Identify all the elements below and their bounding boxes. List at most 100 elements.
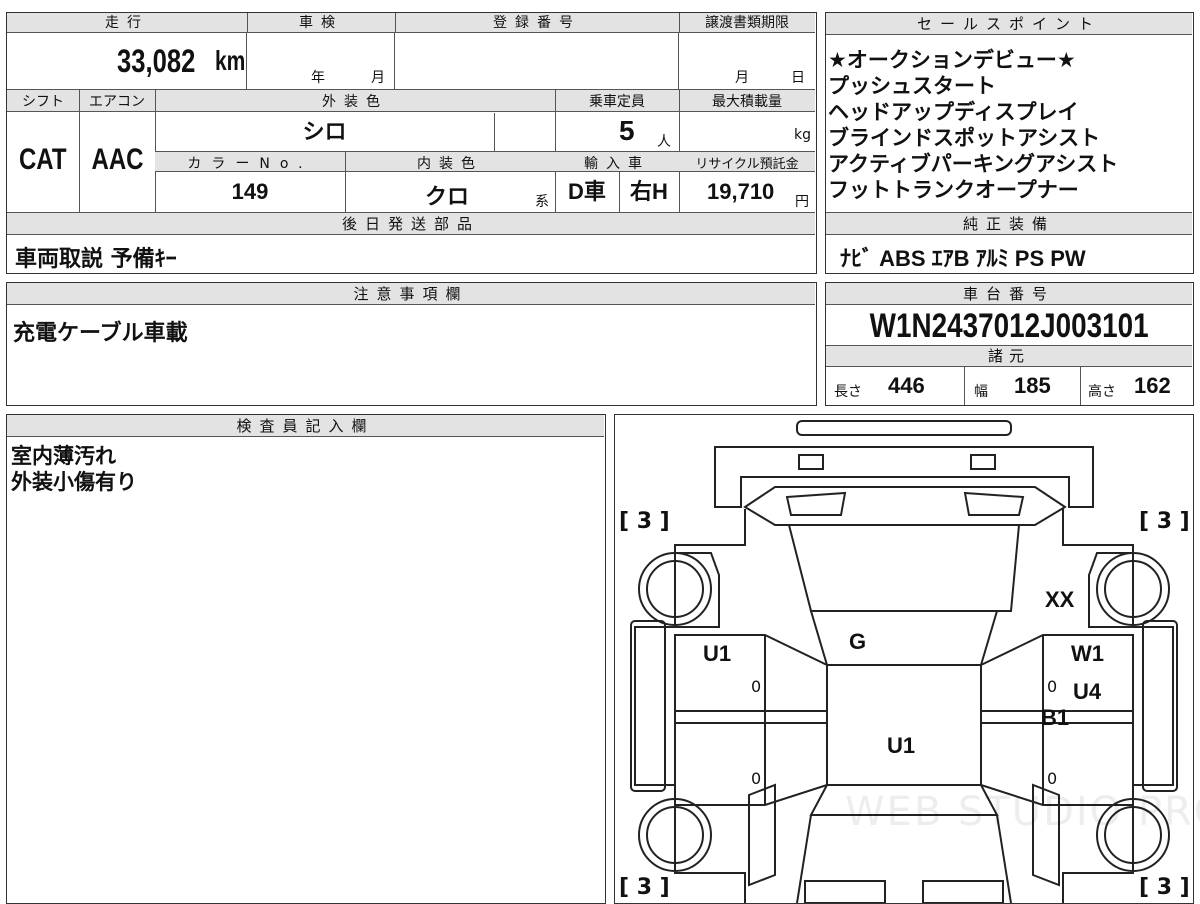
inspector-line: 室内薄汚れ (11, 444, 116, 468)
transfer-cell: 月 日 (679, 33, 815, 89)
transfer-month: 月 (735, 70, 749, 86)
height-value: 162 (1134, 373, 1171, 398)
inspection-year: 年 (311, 70, 325, 86)
sales-point-item: ★オークションデビュー★ (828, 48, 1076, 72)
standard-equipment-label: 純正装備 (826, 213, 1192, 235)
interior-color-suffix: 系 (535, 194, 549, 210)
ac-label: エアコン (89, 94, 145, 110)
transfer-label: 譲渡書類期限 (705, 15, 789, 31)
length-label: 長さ (834, 384, 862, 400)
import-cell: D車 (555, 173, 619, 211)
interior-color-label: 内装色 (417, 156, 483, 172)
shift-value: CAT (19, 143, 67, 176)
sales-points-box: セールスポイント ★オークションデビュー★ プッシュスタート ヘッドアップディス… (825, 12, 1194, 274)
shift-value-wrap: CAT (7, 143, 79, 177)
standard-equipment-value: ﾅﾋﾞ ABS ｴｱB ｱﾙﾐ PS PW (840, 246, 1086, 271)
max-load-cell: kg (679, 113, 815, 151)
chassis-label: 車台番号 (826, 283, 1192, 305)
specs-label: 諸元 (826, 345, 1192, 367)
capacity-cell: 5 人 (555, 113, 679, 151)
inspector-lines: 室内薄汚れ 外装小傷有り (11, 443, 137, 495)
max-load-label: 最大積載量 (712, 94, 782, 110)
sales-point-item: フットトランクオープナー (828, 178, 1079, 202)
mark-g: G (849, 629, 867, 654)
car-diagram-box: [ 3 ] [ 3 ] [ 3 ] [ 3 ] XX G U1 W1 U4 B1… (614, 414, 1200, 904)
notes-box: 注意事項欄 充電ケーブル車載 (6, 282, 817, 406)
import-label: 輸入車 (584, 156, 650, 172)
mark-b1: B1 (1041, 705, 1070, 730)
width-label: 幅 (974, 384, 988, 400)
recycle-label: リサイクル預託金 (695, 157, 799, 172)
inspection-cell: 年 月 (247, 33, 395, 89)
steering-value: 右H (630, 179, 668, 204)
width-value: 185 (1014, 373, 1051, 398)
interior-color-value: クロ (425, 184, 470, 209)
color-no-label: カラーNo. (187, 156, 313, 172)
mark-w1: W1 (1071, 641, 1104, 666)
sales-points-list: ★オークションデビュー★ プッシュスタート ヘッドアップディスプレイ ブラインド… (828, 47, 1190, 203)
tire-mark-rear-left: [ 3 ] (619, 875, 670, 900)
shift-label: シフト (22, 94, 64, 110)
mark-zero: 0 (751, 769, 762, 788)
import-value: D車 (568, 179, 606, 204)
later-shipping-label: 後日発送部品 (7, 213, 815, 235)
mark-u4: U4 (1073, 679, 1102, 704)
interior-color-cell: クロ 系 (345, 173, 555, 211)
mark-zero: 0 (751, 677, 762, 696)
height-label: 高さ (1088, 384, 1116, 400)
mileage-value: 33,082 (117, 43, 196, 79)
notes-label: 注意事項欄 (7, 283, 815, 305)
inspector-line: 外装小傷有り (11, 470, 137, 494)
watermark: WEB STUDIO PRO (845, 789, 1200, 835)
capacity-unit: 人 (657, 134, 671, 150)
main-info-table: 走行 車検 登録番号 譲渡書類期限 33,082 km 年 月 月 日 シフト … (6, 12, 817, 274)
exterior-color-cell: シロ (155, 113, 495, 151)
windshield-shape (787, 524, 1021, 612)
steering-cell: 右H (619, 173, 679, 211)
inspector-box: 検査員記入欄 室内薄汚れ 外装小傷有り (6, 414, 606, 904)
ac-value-wrap: AAC (79, 143, 155, 177)
tire-mark-front-right: [ 3 ] (1139, 509, 1190, 534)
chassis-value: W1N2437012J003101 (869, 307, 1149, 345)
chassis-value-wrap: W1N2437012J003101 (826, 307, 1192, 346)
sales-point-item: アクティブパーキングアシスト (828, 152, 1119, 176)
sales-point-item: プッシュスタート (828, 74, 996, 98)
max-load-unit: kg (794, 127, 811, 143)
roof-shape (826, 664, 982, 786)
exterior-color-label: 外装色 (322, 94, 388, 110)
chassis-box: 車台番号 W1N2437012J003101 諸元 長さ 446 幅 185 高… (825, 282, 1194, 406)
recycle-unit: 円 (795, 194, 809, 210)
recycle-cell: 19,710 円 (679, 173, 815, 211)
ac-value: AAC (91, 143, 143, 176)
mileage-label: 走行 (105, 15, 149, 31)
inspection-label: 車検 (299, 15, 343, 31)
tire-mark-rear-right: [ 3 ] (1139, 875, 1190, 900)
capacity-label: 乗車定員 (589, 94, 645, 110)
sales-point-item: ヘッドアップディスプレイ (828, 100, 1079, 124)
color-no-value: 149 (231, 179, 269, 204)
notes-value: 充電ケーブル車載 (13, 321, 188, 346)
sales-point-item: ブラインドスポットアシスト (828, 126, 1101, 150)
mark-u1-left-door: U1 (703, 641, 732, 666)
mileage-unit: km (215, 45, 246, 76)
mark-u1-roof: U1 (887, 733, 916, 758)
later-shipping-value: 車両取説 予備ｷｰ (15, 247, 177, 272)
mark-xx: XX (1045, 587, 1075, 612)
exterior-color-value: シロ (302, 119, 347, 144)
color-no-cell: 149 (155, 173, 345, 211)
mileage-cell: 33,082 km (7, 33, 247, 89)
front-spoiler-shape (796, 420, 1012, 436)
length-value: 446 (888, 373, 925, 398)
inspector-label: 検査員記入欄 (7, 415, 604, 437)
tire-mark-front-left: [ 3 ] (619, 509, 670, 534)
registration-label: 登録番号 (493, 15, 581, 31)
transfer-day: 日 (791, 70, 805, 86)
mark-zero: 0 (1047, 677, 1058, 696)
capacity-value: 5 (619, 115, 635, 146)
mark-zero: 0 (1047, 769, 1058, 788)
registration-cell (395, 33, 679, 89)
front-bumper-shape (714, 446, 1094, 508)
sales-points-label: セールスポイント (826, 13, 1192, 35)
inspection-month: 月 (371, 70, 385, 86)
recycle-value: 19,710 (707, 179, 775, 204)
